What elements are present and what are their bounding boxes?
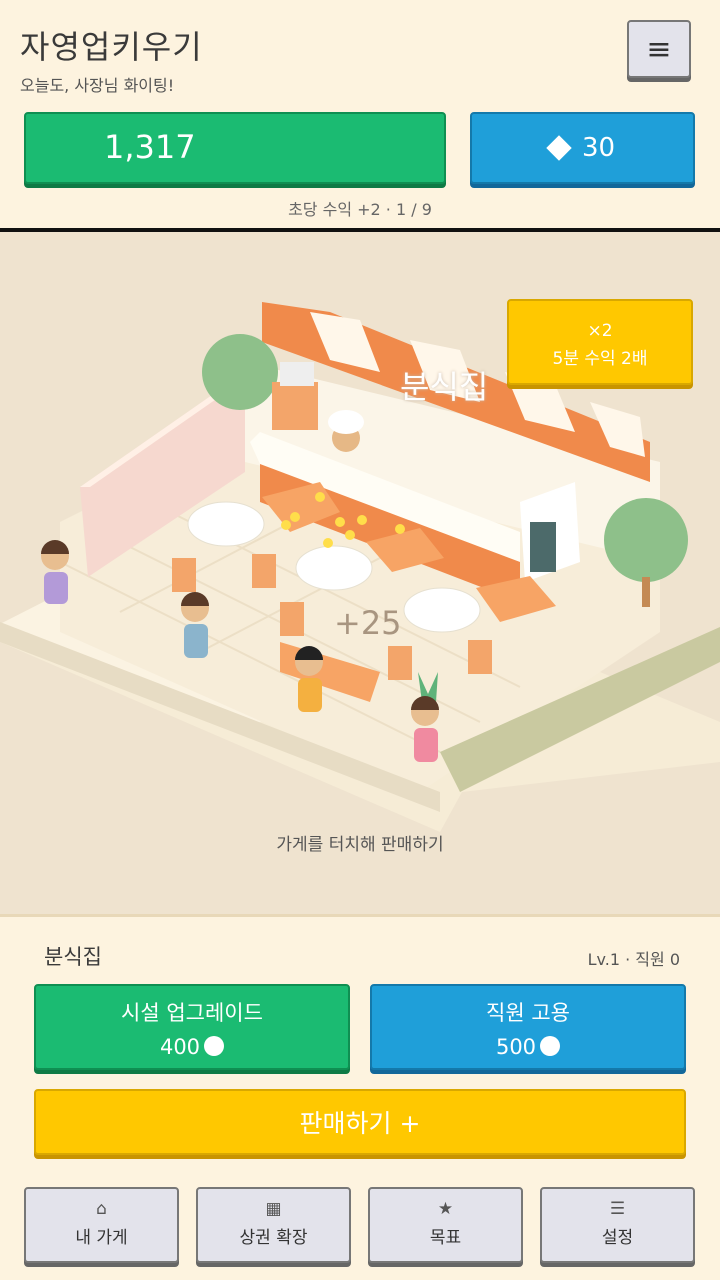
grid-icon: ▦	[265, 1199, 282, 1219]
shop-scene[interactable]: ×2 5분 수익 2배 분식집 +25 가게를 터치해 판매하기	[0, 228, 720, 914]
menu-button[interactable]: ≡	[627, 20, 691, 78]
nav-label: 상권 확장	[239, 1228, 308, 1248]
sell-button[interactable]: 판매하기 +	[34, 1089, 686, 1155]
nav-goals[interactable]: ★ 목표	[368, 1187, 523, 1263]
shop-control-panel: 분식집 Lv.1 · 직원 0 시설 업그레이드 400 직원 고용 500 판…	[0, 914, 720, 1280]
coins-value: 1,317	[104, 128, 196, 166]
coin-icon	[204, 1036, 225, 1056]
boost-multiplier: ×2	[587, 321, 613, 341]
shop-name: 분식집	[44, 945, 102, 969]
upgrade-label: 시설 업그레이드	[121, 1001, 263, 1025]
star-icon: ★	[437, 1199, 454, 1219]
nav-my-shop[interactable]: ⌂ 내 가게	[24, 1187, 179, 1263]
home-icon: ⌂	[96, 1199, 107, 1219]
shop-sign: 분식집	[400, 368, 489, 406]
nav-expand-area[interactable]: ▦ 상권 확장	[196, 1187, 351, 1263]
hire-staff-button[interactable]: 직원 고용 500	[370, 984, 686, 1070]
hire-cost: 500	[495, 1035, 537, 1059]
nav-settings[interactable]: ☰ 설정	[540, 1187, 695, 1263]
game-title: 자영업키우기	[20, 28, 203, 66]
touch-hint: 가게를 터치해 판매하기	[276, 835, 444, 855]
nav-label: 목표	[429, 1228, 462, 1248]
facility-upgrade-button[interactable]: 시설 업그레이드 400	[34, 984, 350, 1070]
hamburger-icon: ≡	[646, 31, 672, 67]
menu-icon: ☰	[609, 1199, 626, 1219]
sell-label: 판매하기 +	[299, 1109, 421, 1138]
upgrade-cost: 400	[159, 1035, 201, 1059]
nav-label: 내 가게	[75, 1228, 128, 1248]
hire-label: 직원 고용	[486, 1001, 570, 1025]
earn-popup: +25	[334, 604, 402, 642]
diamond-icon	[546, 135, 572, 161]
coins-counter[interactable]: 1,317	[24, 112, 446, 184]
header: 자영업키우기 오늘도, 사장님 화이팅! ≡ 1,317 30 초당 수익 +2…	[0, 0, 720, 228]
income-boost-button[interactable]: ×2 5분 수익 2배	[507, 299, 693, 385]
shop-level: Lv.1 · 직원 0	[587, 950, 680, 969]
boost-label: 5분 수익 2배	[552, 349, 648, 369]
gems-value: 30	[581, 133, 616, 163]
income-rate: 초당 수익 +2 · 1 / 9	[288, 200, 432, 219]
gems-counter[interactable]: 30	[470, 112, 695, 184]
coin-icon	[540, 1036, 561, 1056]
nav-label: 설정	[601, 1228, 634, 1248]
game-subtitle: 오늘도, 사장님 화이팅!	[20, 76, 175, 95]
